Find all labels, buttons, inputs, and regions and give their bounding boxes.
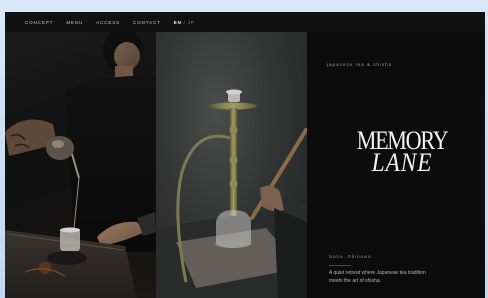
divider xyxy=(329,265,351,266)
nav-concept[interactable]: CONCEPT xyxy=(25,20,53,25)
top-navigation: CONCEPT MENU ACCESS CONTACT EN / JP xyxy=(5,12,485,32)
nav-access[interactable]: ACCESS xyxy=(96,20,120,25)
lang-separator: / xyxy=(183,19,186,25)
site-frame: CONCEPT MENU ACCESS CONTACT EN / JP japa… xyxy=(5,12,485,298)
tea-pouring-illustration xyxy=(5,32,156,298)
tagline: japanese tea & shisha xyxy=(327,62,393,67)
tea-pouring-photo xyxy=(5,32,156,298)
nav-menu[interactable]: MENU xyxy=(66,20,83,25)
brand-panel: japanese tea & shisha MEMORY LANE Naha, … xyxy=(307,32,485,298)
nav-contact[interactable]: CONTACT xyxy=(133,20,161,25)
logo-line-lane: LANE xyxy=(371,148,433,177)
language-switcher: EN / JP xyxy=(174,20,195,25)
shisha-illustration xyxy=(156,89,307,298)
description-text: A quiet retreat where Japanese tea tradi… xyxy=(329,270,426,284)
lang-en[interactable]: EN xyxy=(174,20,182,25)
lang-jp[interactable]: JP xyxy=(188,20,195,25)
location-label: Naha, Okinawa xyxy=(329,254,372,259)
shisha-photo xyxy=(156,32,307,298)
brand-logo[interactable]: MEMORY LANE xyxy=(347,128,457,177)
